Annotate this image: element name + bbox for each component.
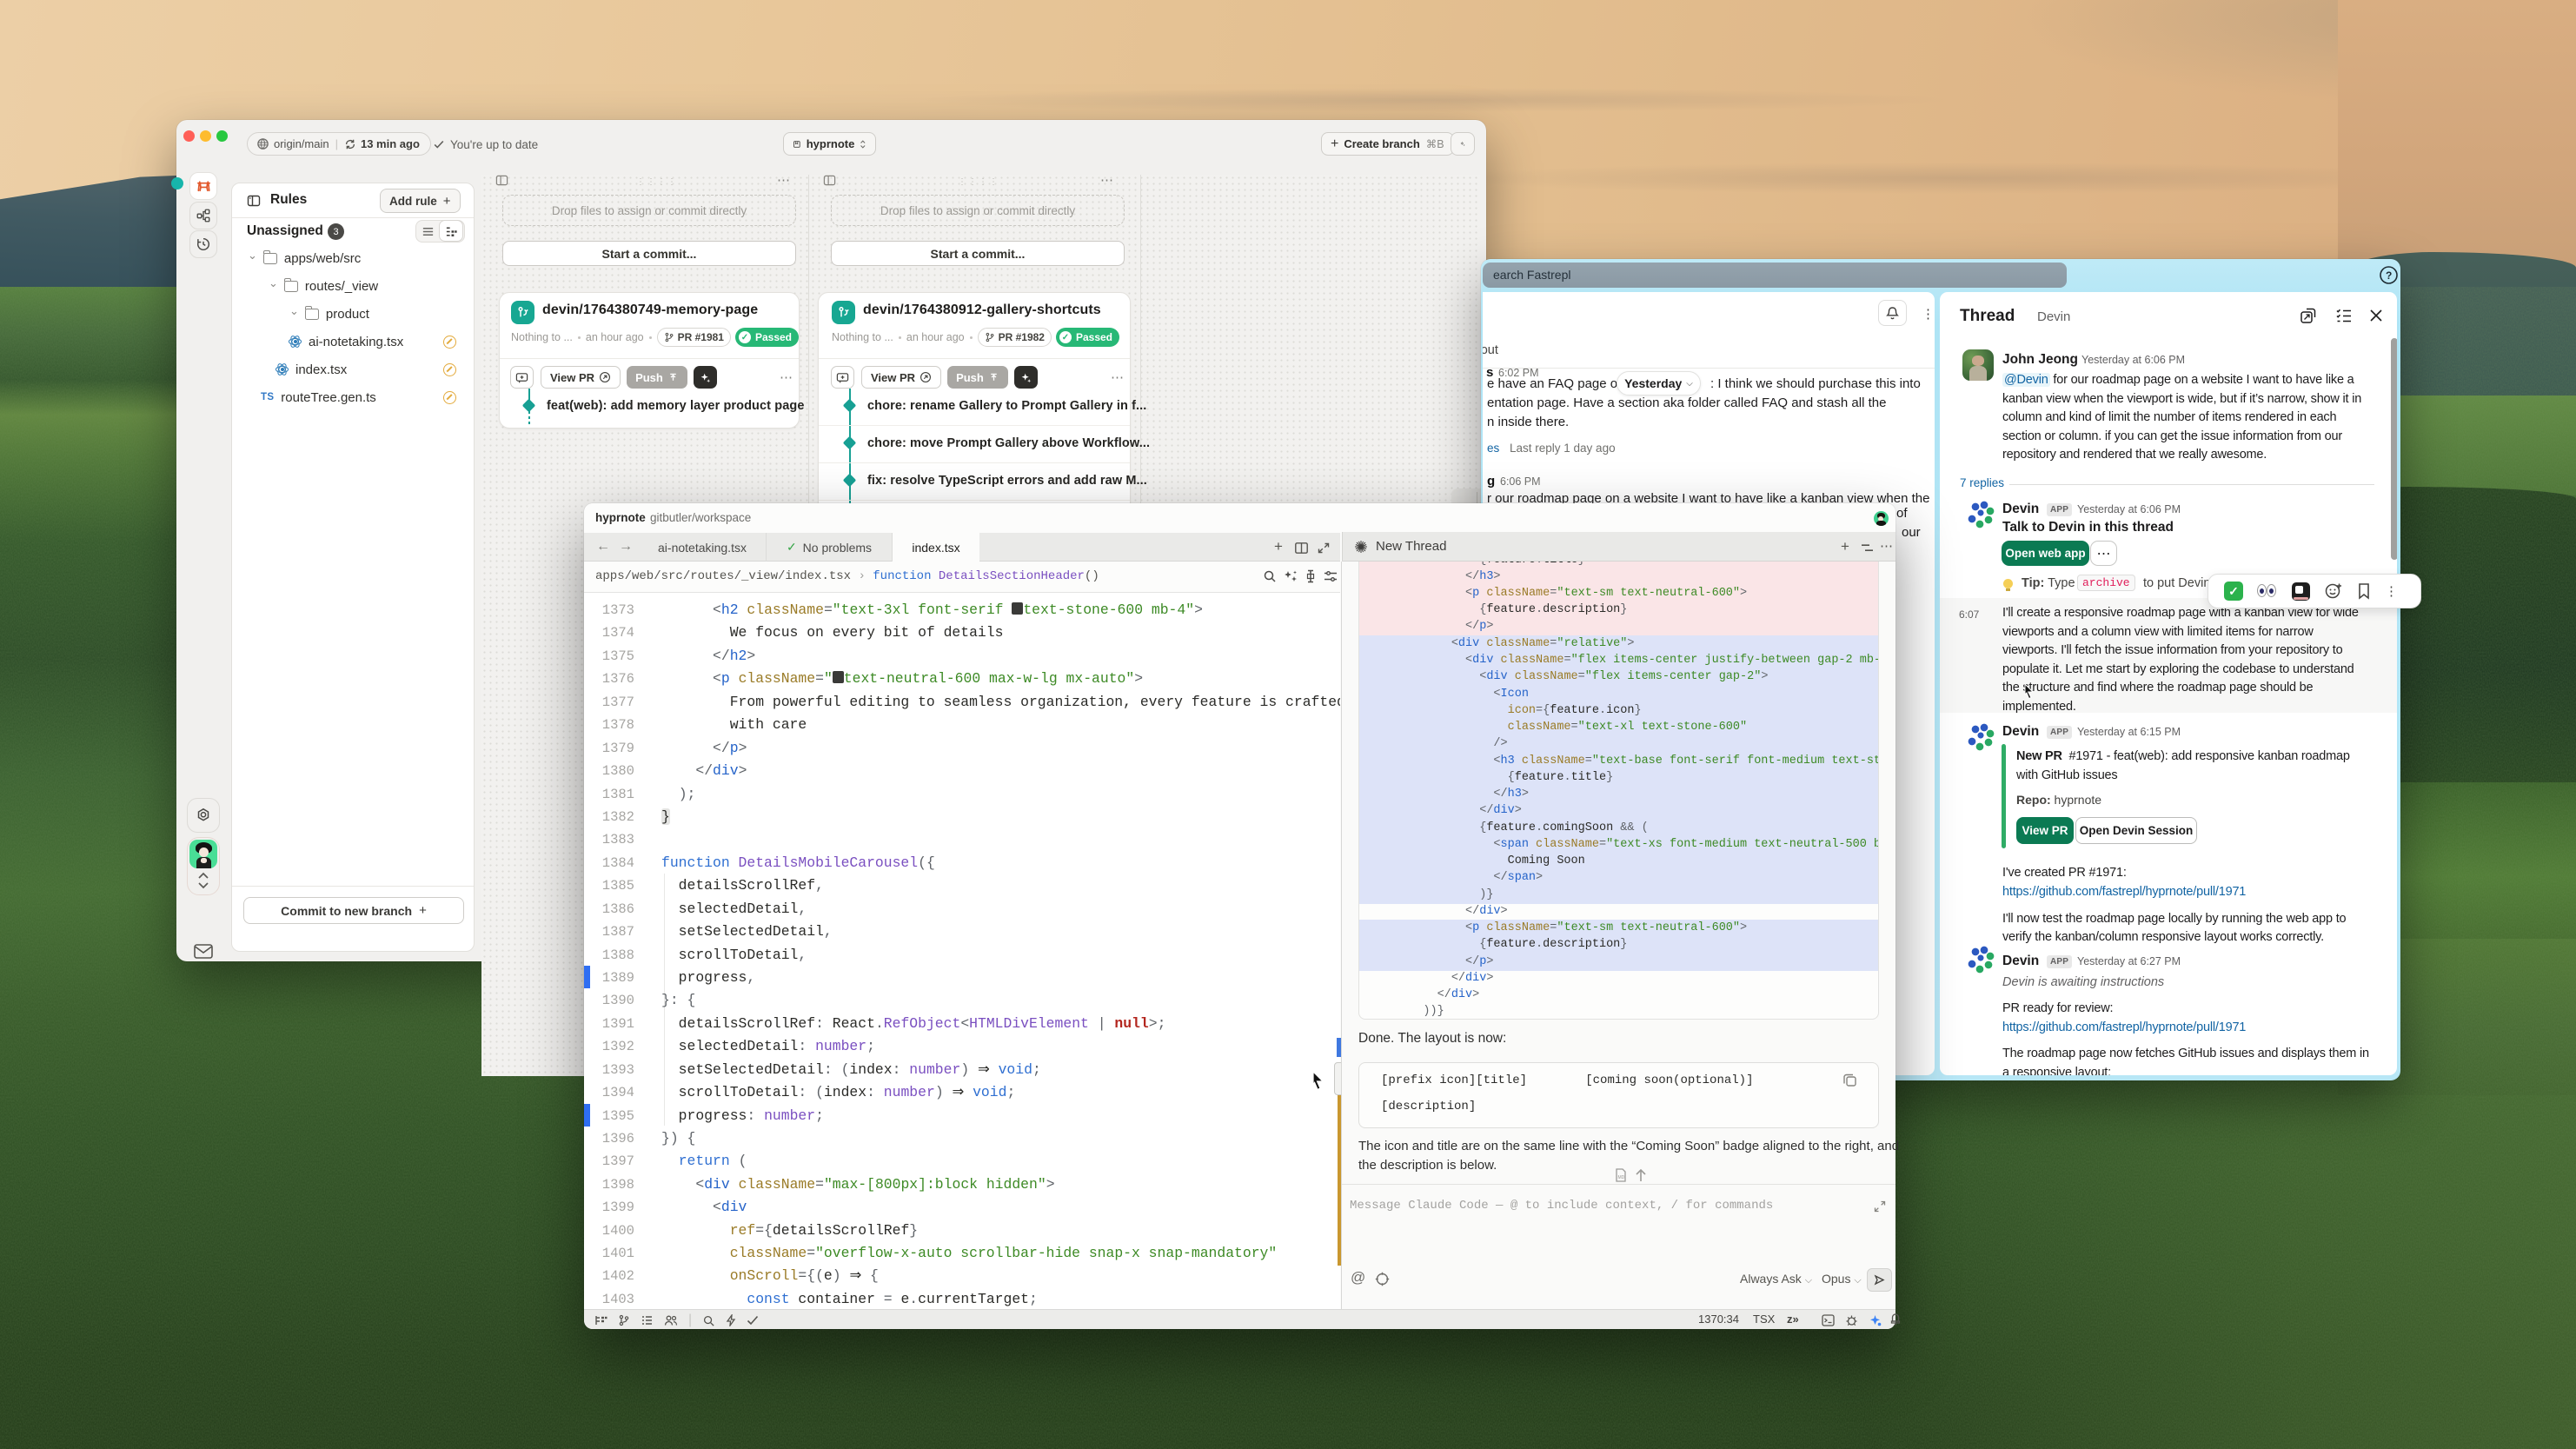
svg-text:?: ? — [2386, 269, 2392, 282]
svg-text:MD: MD — [1618, 1175, 1625, 1180]
